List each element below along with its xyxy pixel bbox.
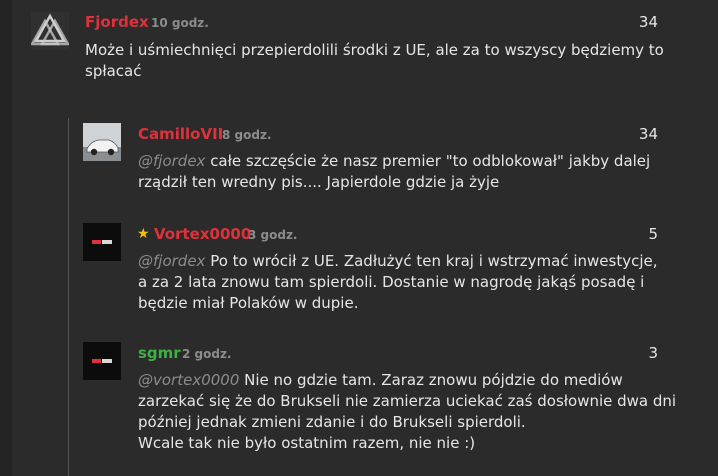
car-photo-icon	[83, 123, 121, 161]
avatar[interactable]	[31, 12, 69, 50]
thread-line	[68, 118, 69, 476]
comment-score: 34	[638, 13, 658, 31]
author-name[interactable]: sgmr	[138, 344, 181, 362]
dark-logo-icon	[83, 342, 121, 380]
author-name[interactable]: CamilloVII	[138, 125, 223, 143]
comment-text-content: Po to wrócił z UE. Zadłużyć ten kraj i w…	[138, 252, 658, 312]
comment-text-content: całe szczęście że nasz premier "to odblo…	[138, 152, 651, 191]
comment-score: 34	[638, 125, 658, 143]
comment-time[interactable]: 3 godz.	[248, 228, 298, 242]
comment-score: 5	[648, 225, 658, 243]
left-margin	[0, 0, 12, 476]
author-name[interactable]: Vortex0000	[154, 225, 251, 243]
user-mention[interactable]: @fjordex	[138, 252, 205, 270]
dark-logo-icon	[83, 223, 121, 261]
comment-time[interactable]: 8 godz.	[222, 128, 272, 142]
avatar[interactable]	[83, 342, 121, 380]
comment-text: @vortex0000 Nie no gdzie tam. Zaraz znow…	[138, 370, 678, 454]
avatar[interactable]	[83, 223, 121, 261]
comment-text: Może i uśmiechnięci przepierdolili środk…	[85, 41, 664, 80]
comment-text-line: Wcale tak nie było ostatnim razem, nie n…	[138, 434, 476, 452]
comment-text: @fjordex Po to wrócił z UE. Zadłużyć ten…	[138, 251, 668, 314]
comment-time[interactable]: 10 godz.	[151, 16, 209, 30]
comment-score: 3	[648, 344, 658, 362]
user-mention[interactable]: @vortex0000	[138, 371, 239, 389]
user-mention[interactable]: @fjordex	[138, 152, 205, 170]
comment-time[interactable]: 2 godz.	[182, 347, 232, 361]
avatar[interactable]	[83, 123, 121, 161]
valknut-logo-icon	[31, 12, 69, 50]
author-name[interactable]: Fjordex	[85, 13, 149, 31]
star-icon: ★	[137, 226, 150, 242]
comment-text: @fjordex całe szczęście że nasz premier …	[138, 151, 658, 193]
